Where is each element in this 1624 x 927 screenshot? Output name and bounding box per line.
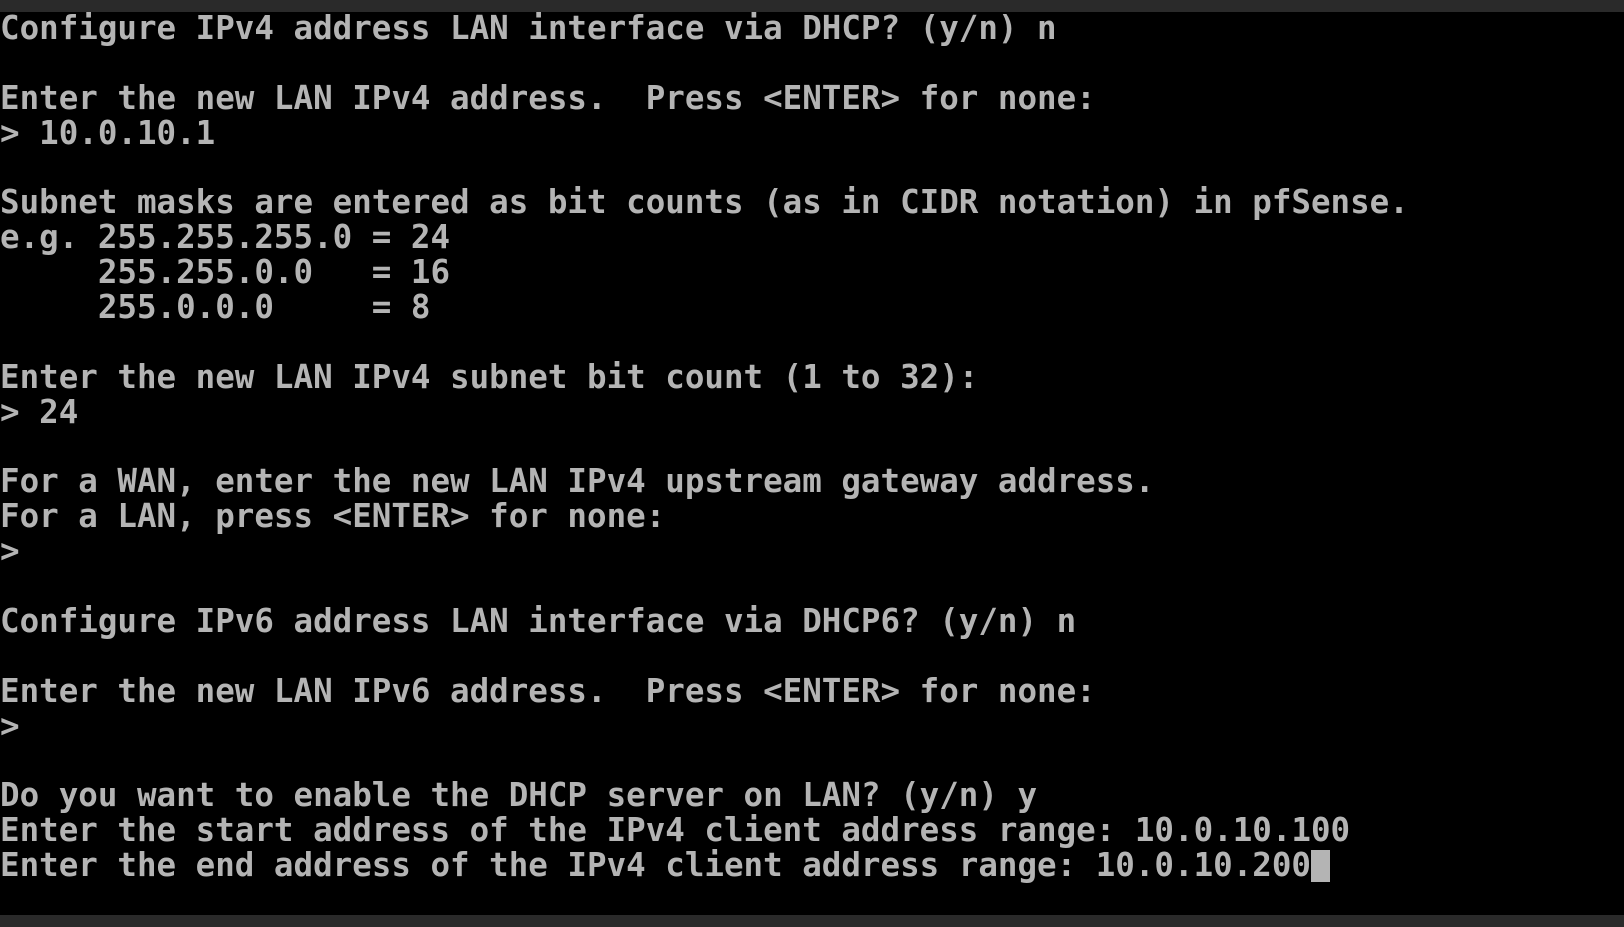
terminal-line: For a WAN, enter the new LAN IPv4 upstre… bbox=[0, 462, 1155, 501]
text-cursor bbox=[1310, 850, 1330, 882]
terminal-line: > 24 bbox=[0, 392, 79, 431]
console-screen[interactable]: Configure IPv4 address LAN interface via… bbox=[0, 11, 1624, 915]
terminal-line: Do you want to enable the DHCP server on… bbox=[0, 776, 1038, 815]
terminal-line: For a LAN, press <ENTER> for none: bbox=[0, 497, 666, 536]
terminal-line: > 10.0.10.1 bbox=[0, 113, 216, 152]
terminal-line: > bbox=[0, 532, 20, 571]
terminal-line: 255.0.0.0 = 8 bbox=[0, 288, 431, 326]
terminal-line: Enter the new LAN IPv4 address. Press <E… bbox=[0, 78, 1096, 117]
terminal-line: Configure IPv6 address LAN interface via… bbox=[0, 601, 1077, 640]
terminal-line: Subnet masks are entered as bit counts (… bbox=[0, 183, 1409, 222]
terminal-line: e.g. 255.255.255.0 = 24 bbox=[0, 218, 451, 257]
terminal-line: Enter the new LAN IPv4 subnet bit count … bbox=[0, 357, 979, 396]
terminal-output: Configure IPv4 address LAN interface via… bbox=[0, 11, 1409, 883]
terminal-line: Enter the end address of the IPv4 client… bbox=[0, 848, 1409, 883]
terminal-line: Enter the new LAN IPv6 address. Press <E… bbox=[0, 671, 1096, 710]
terminal-line: > bbox=[0, 706, 20, 745]
terminal-line: Configure IPv4 address LAN interface via… bbox=[0, 9, 1057, 47]
terminal-line: 255.255.0.0 = 16 bbox=[0, 253, 451, 292]
terminal-line: Enter the start address of the IPv4 clie… bbox=[0, 811, 1351, 850]
